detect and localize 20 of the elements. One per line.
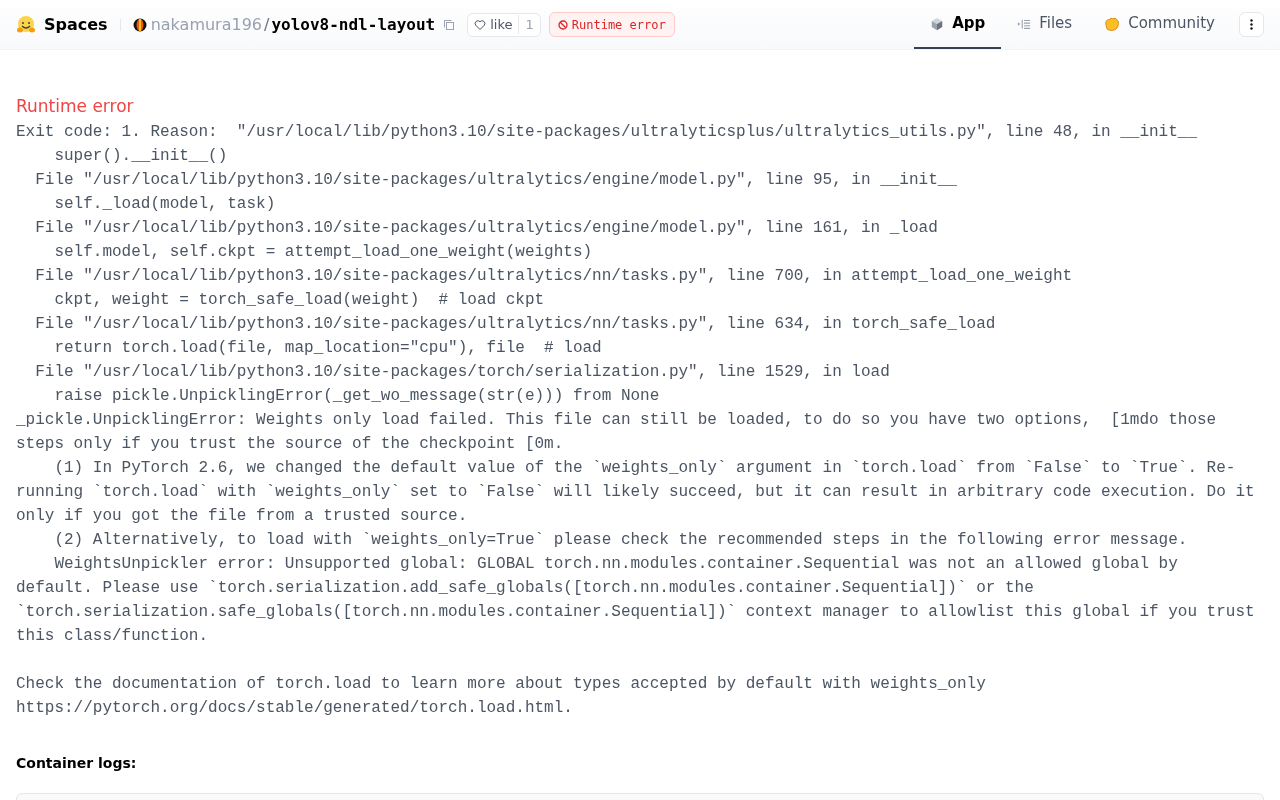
path-separator: / bbox=[264, 13, 270, 36]
repo-title[interactable]: yolov8-ndl-layout bbox=[271, 12, 436, 37]
cube-icon bbox=[930, 16, 945, 31]
error-message: Exit code: 1. Reason: "/usr/local/lib/python3.10/site-packages/ultralyticsplus/ultralytics_utils.py", line 48, in __init__ super().__init__() File "/usr/local/lib/python3.10/site-packages/ultralytics/engine/model.py", line 95, in __init__ self._load(model, task) File "/usr/local/lib/python3.10/site-packages/ultralytics/engine/model.py", line 161, in _load self.model, self.ckpt = attempt_load_one_weight(weights) File "/usr/local/lib/python3.10/site-packages/ultralytics/nn/tasks.py", line 700, in attempt_load_one_weight ckpt, weight = torch_safe_load(weight) # load ckpt File "/usr/local/lib/python3.10/site-packages/ultralytics/nn/tasks.py", line 634, in torch_safe_load return torch.load(file, map_location="cpu"), file # load File "/usr/local/lib/python3.10/site-packages/torch/serialization.py", line 1529, in load raise pickle.UnpicklingError(_get_wo_message(str(e))) from None _pickle.UnpicklingError: Weights only load failed. This file can still be loaded, to do so you have two options, [1mdo those steps only if you trust the source of the checkpoint [0m. (1) In PyTorch 2.6, we changed the default value of the `weights_only` argument in `torch.load` from `False` to `True`. Re- running `torch.load` with `weights_only` set to `False` will likely succeed, but it can result in arbitrary code execution. Do it only if you got the file from a trusted source. (2) Alternatively, to load with `weights_only=True` please check the recommended steps in the following error message. WeightsUnpickler error: Unsupported global: GLOBAL torch.nn.modules.container.Sequential was not an allowed global by default. Please use `torch.serialization.add_safe_globals([torch.nn.modules.container.Sequential])` or the `torch.serialization.safe_globals([torch.nn.modules.container.Sequential])` context manager to allowlist this global if you trust this class/function. bbox=[16, 122, 1256, 647]
status-label: Runtime error bbox=[571, 16, 666, 34]
nav-tab[interactable]: Files bbox=[1001, 0, 1089, 49]
hugging-face-logo-icon[interactable] bbox=[16, 14, 36, 35]
like-count: 1 bbox=[518, 14, 540, 35]
error-message: Check the documentation of torch.load to learn more about types accepted by default with weights_only https://pytorch.org/docs/stable/generated/torch.load.html. bbox=[16, 674, 987, 719]
container-logs-heading: Container logs: bbox=[16, 754, 138, 773]
spaces-link[interactable]: Spaces bbox=[44, 12, 108, 37]
kebab-icon bbox=[1250, 19, 1253, 30]
like-button[interactable]: like 1 bbox=[467, 12, 541, 37]
nav-tab[interactable]: Community bbox=[1088, 0, 1231, 49]
avatar-icon bbox=[132, 17, 147, 32]
error-title: Runtime error bbox=[16, 95, 135, 118]
more-menu-button[interactable] bbox=[1239, 12, 1264, 37]
nav-tab[interactable]: App bbox=[914, 0, 1002, 49]
heart-icon bbox=[474, 18, 487, 31]
prohibited-icon bbox=[557, 19, 568, 30]
